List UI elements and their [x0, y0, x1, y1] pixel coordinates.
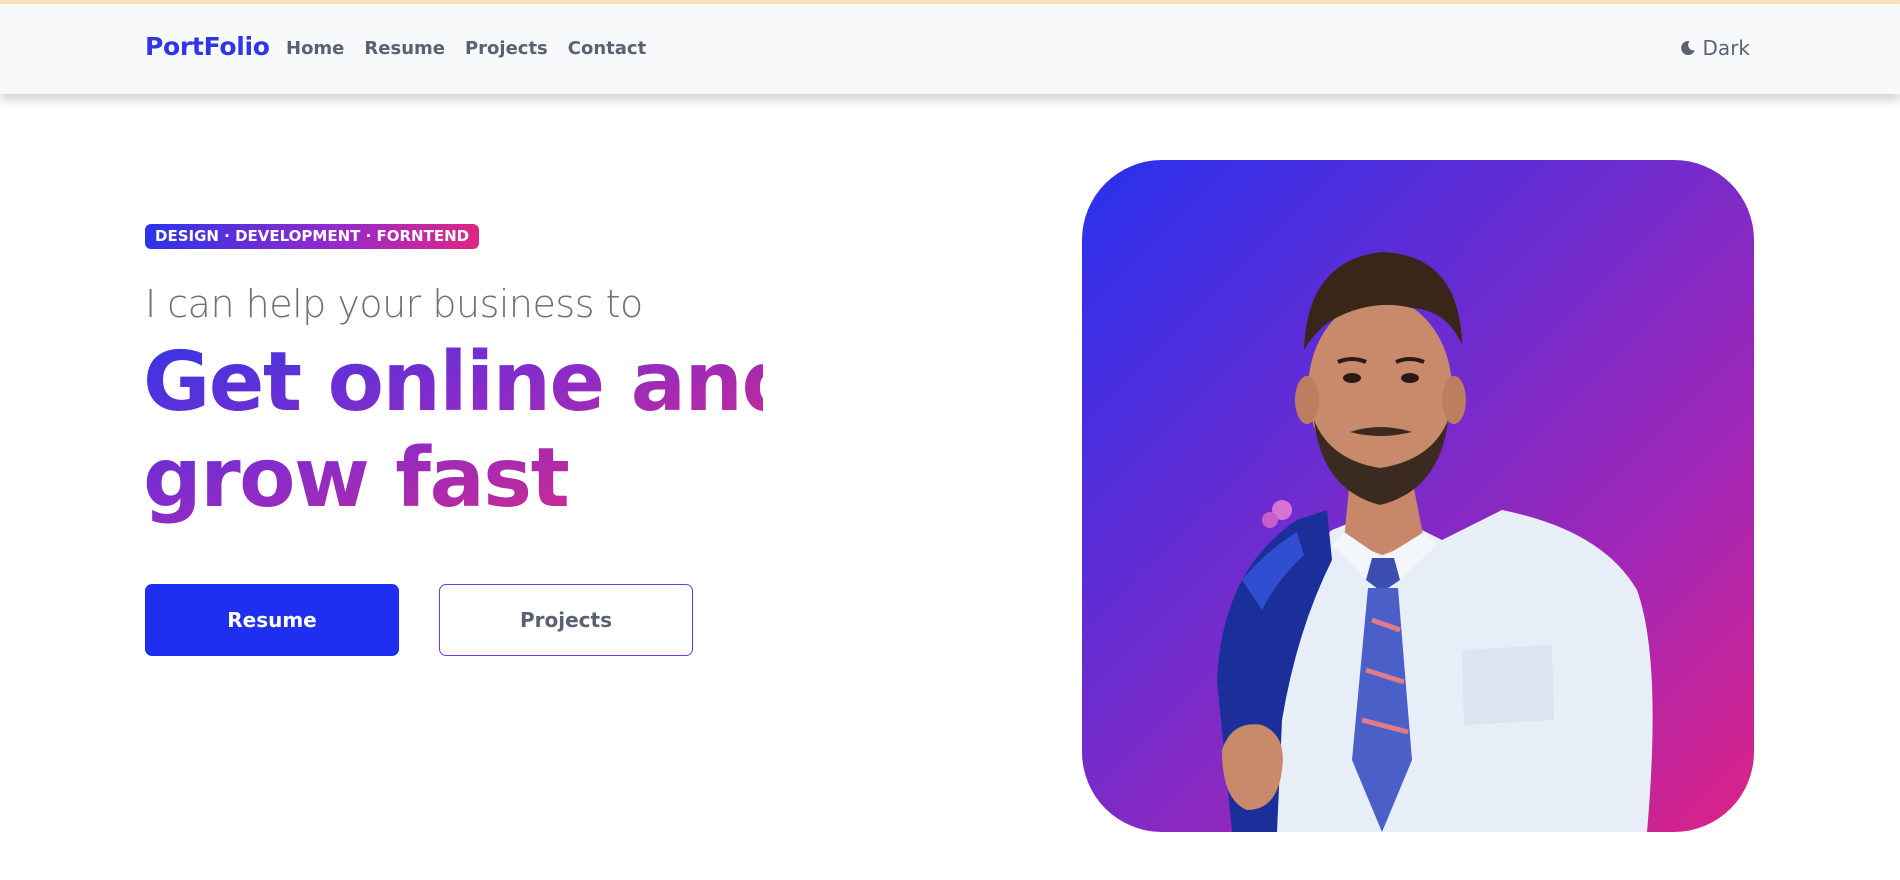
nav-links: Home Resume Projects Contact: [286, 38, 646, 59]
headline-line-1: Get online and: [143, 335, 799, 430]
nav-link-contact[interactable]: Contact: [568, 38, 646, 59]
tagline-badge: DESIGN · DEVELOPMENT · FORNTEND: [145, 224, 480, 249]
nav-link-home[interactable]: Home: [286, 38, 344, 59]
profile-photo-card: [1082, 160, 1754, 832]
brand-logo[interactable]: PortFolio: [145, 32, 270, 61]
profile-portrait: [1217, 252, 1653, 832]
navbar: PortFolio Home Resume Projects Contact D…: [0, 4, 1900, 94]
moon-icon: [1680, 41, 1695, 56]
projects-button[interactable]: Projects: [439, 584, 693, 656]
hero-intro: I can help your business to: [145, 282, 643, 326]
hero-headline: Get online and grow fast: [143, 335, 763, 527]
nav-link-projects[interactable]: Projects: [465, 38, 548, 59]
nav-link-resume[interactable]: Resume: [364, 38, 445, 59]
headline-line-2: grow fast: [143, 431, 569, 526]
theme-toggle-label: Dark: [1702, 36, 1750, 60]
theme-toggle-button[interactable]: Dark: [1680, 36, 1750, 60]
resume-button[interactable]: Resume: [145, 584, 399, 656]
